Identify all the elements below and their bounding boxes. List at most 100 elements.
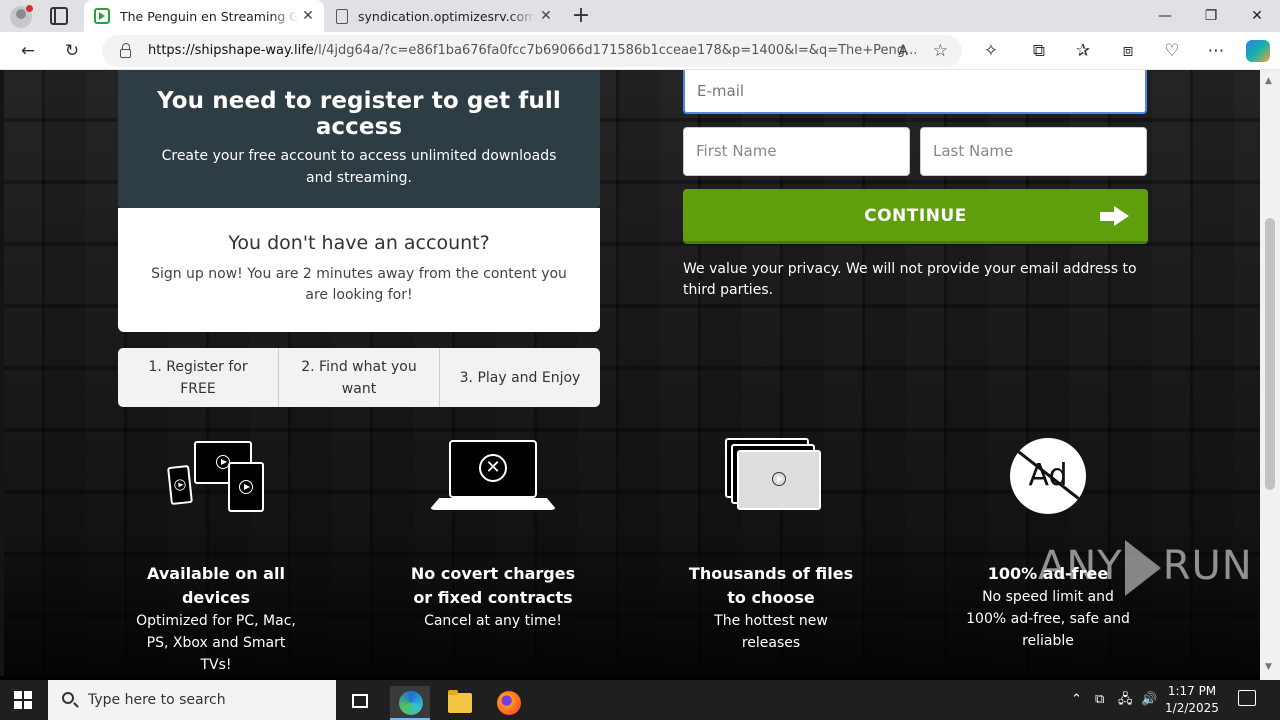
continue-button[interactable]: CONTINUE <box>683 189 1148 244</box>
tab-bar: The Penguin en Streaming Gratuit ✕ syndi… <box>0 0 1280 32</box>
taskbar-firefox[interactable] <box>488 686 528 720</box>
restore-button[interactable]: ❐ <box>1188 0 1234 32</box>
first-name-field[interactable]: First Name <box>683 127 910 176</box>
taskbar-edge[interactable] <box>390 686 430 720</box>
step-find: 2. Find what you want <box>279 348 440 407</box>
more-icon[interactable]: ⋯ <box>1204 39 1228 63</box>
address-bar[interactable]: https://shipshape-way.life/l/4jdg64a/?c=… <box>102 35 962 67</box>
feature-no-charges: ✕ No covert charges or fixed contracts C… <box>408 438 578 632</box>
ad-free-icon: Ad <box>973 438 1123 518</box>
new-tab-button[interactable]: + <box>568 3 594 28</box>
register-subtitle: Create your free account to access unlim… <box>161 148 557 186</box>
firefox-icon <box>497 691 521 715</box>
taskbar-search[interactable]: Type here to search <box>48 680 336 720</box>
devices-icon <box>166 438 266 518</box>
refresh-button[interactable]: ↻ <box>60 39 84 63</box>
play-icon <box>173 478 187 492</box>
laptop-screen-shape: ✕ <box>449 440 537 498</box>
url-domain: https://shipshape-way.life <box>148 43 314 58</box>
tab-penguin[interactable]: The Penguin en Streaming Gratuit ✕ <box>84 0 324 32</box>
notification-center-icon[interactable] <box>1238 690 1256 706</box>
scroll-up-icon[interactable]: ▲ <box>1265 76 1272 86</box>
privacy-note: We value your privacy. We will not provi… <box>683 261 1137 298</box>
tab-title: syndication.optimizesrv.com/v1/ <box>358 8 536 24</box>
windows-taskbar: Type here to search ⌃ ⧉ 🖧 🔊 1:17 PM 1/2/… <box>0 680 1280 720</box>
folder-icon <box>448 690 472 713</box>
extensions-icon[interactable]: ✧ <box>979 39 1003 63</box>
clock-date: 1/2/2025 <box>1165 701 1219 715</box>
task-view-icon <box>352 694 368 708</box>
laptop-base-shape <box>429 498 557 510</box>
cancel-x-icon: ✕ <box>479 454 507 482</box>
laptop-no-charges-icon: ✕ <box>427 438 559 518</box>
tab-close-icon[interactable]: ✕ <box>298 8 318 24</box>
notification-dot <box>26 5 33 12</box>
tab-title: The Penguin en Streaming Gratuit <box>120 8 298 24</box>
copilot-icon[interactable] <box>1246 40 1270 62</box>
feature-devices: Available on all devices Optimized for P… <box>131 438 301 676</box>
task-view-button[interactable] <box>340 686 380 720</box>
account-box: You don't have an account? Sign up now! … <box>118 208 600 332</box>
split-screen-icon[interactable]: ⧉ <box>1027 39 1051 63</box>
document-favicon-icon <box>336 8 348 24</box>
system-clock[interactable]: 1:17 PM 1/2/2025 <box>1160 683 1224 717</box>
feature-title: Available on all devices <box>147 564 285 607</box>
feature-thousands: Thousands of files to choose The hottest… <box>686 438 856 654</box>
back-button[interactable]: ← <box>16 39 40 63</box>
phone-shape <box>167 464 193 506</box>
collections-icon[interactable]: ⧈ <box>1116 39 1140 63</box>
scroll-down-icon[interactable]: ▼ <box>1265 662 1272 672</box>
step-play: 3. Play and Enjoy <box>459 369 581 386</box>
browser-essentials-icon[interactable]: ♡ <box>1160 39 1184 63</box>
play-icon <box>239 480 253 494</box>
watermark-left: ANY <box>1038 543 1123 589</box>
profile-avatar-icon[interactable] <box>10 5 33 28</box>
feature-title: Thousands of files to choose <box>688 564 854 607</box>
account-text: Sign up now! You are 2 minutes away from… <box>151 266 567 303</box>
continue-label: CONTINUE <box>864 206 967 226</box>
arrow-right-icon <box>1100 206 1130 226</box>
video-files-icon <box>721 438 821 518</box>
url-path: /l/4jdg64a/?c=e86f1ba676fa0fcc7b69066d17… <box>313 43 918 58</box>
last-name-field[interactable]: Last Name <box>920 127 1147 176</box>
browser-toolbar: ← ↻ https://shipshape-way.life/l/4jdg64a… <box>0 32 1280 70</box>
taskbar-file-explorer[interactable] <box>439 686 479 720</box>
read-aloud-icon[interactable]: A <box>898 35 908 67</box>
email-field[interactable]: E-mail <box>683 70 1147 114</box>
minimize-button[interactable]: — <box>1142 0 1188 32</box>
favorite-star-icon[interactable]: ☆ <box>933 35 948 67</box>
ad-circle-shape: Ad <box>1010 438 1086 514</box>
clock-time: 1:17 PM <box>1167 684 1217 698</box>
network-icon[interactable]: 🖧 <box>1118 680 1133 720</box>
show-hidden-icons[interactable]: ⌃ <box>1071 680 1082 720</box>
anyrun-watermark: ANY RUN <box>1038 540 1253 596</box>
file-card-shape <box>737 450 821 510</box>
step-register: 1. Register for FREE <box>118 348 279 407</box>
play-favicon-icon <box>94 8 110 24</box>
account-title: You don't have an account? <box>228 232 490 254</box>
tablet-shape <box>228 462 264 512</box>
watermark-right: RUN <box>1162 543 1253 589</box>
screen: The Penguin en Streaming Gratuit ✕ syndi… <box>0 0 1280 720</box>
feature-text: The hottest new releases <box>714 613 828 651</box>
play-icon <box>772 472 786 486</box>
volume-icon[interactable]: 🔊 <box>1141 680 1157 720</box>
feature-text: Cancel at any time! <box>424 613 562 629</box>
feature-text: Optimized for PC, Mac, PS, Xbox and Smar… <box>136 613 296 673</box>
vertical-scrollbar[interactable]: ▲ ▼ <box>1260 70 1280 680</box>
register-title: You need to register to get full access <box>157 88 561 140</box>
lock-icon[interactable] <box>120 43 131 58</box>
feature-title: No covert charges or fixed contracts <box>410 564 576 607</box>
favorites-icon[interactable]: ✰ <box>1071 39 1095 63</box>
play-triangle-icon <box>1124 540 1161 596</box>
search-placeholder: Type here to search <box>88 692 226 708</box>
tab-close-icon[interactable]: ✕ <box>536 8 556 24</box>
tab-actions-icon[interactable] <box>50 7 68 25</box>
windows-start-icon[interactable] <box>14 691 32 709</box>
search-icon <box>62 692 74 704</box>
register-banner: You need to register to get full access … <box>118 70 600 208</box>
scroll-thumb[interactable] <box>1265 218 1275 490</box>
close-window-button[interactable]: ✕ <box>1234 0 1280 32</box>
tab-syndication[interactable]: syndication.optimizesrv.com/v1/ ✕ <box>326 0 562 32</box>
meet-now-icon[interactable]: ⧉ <box>1095 680 1104 720</box>
